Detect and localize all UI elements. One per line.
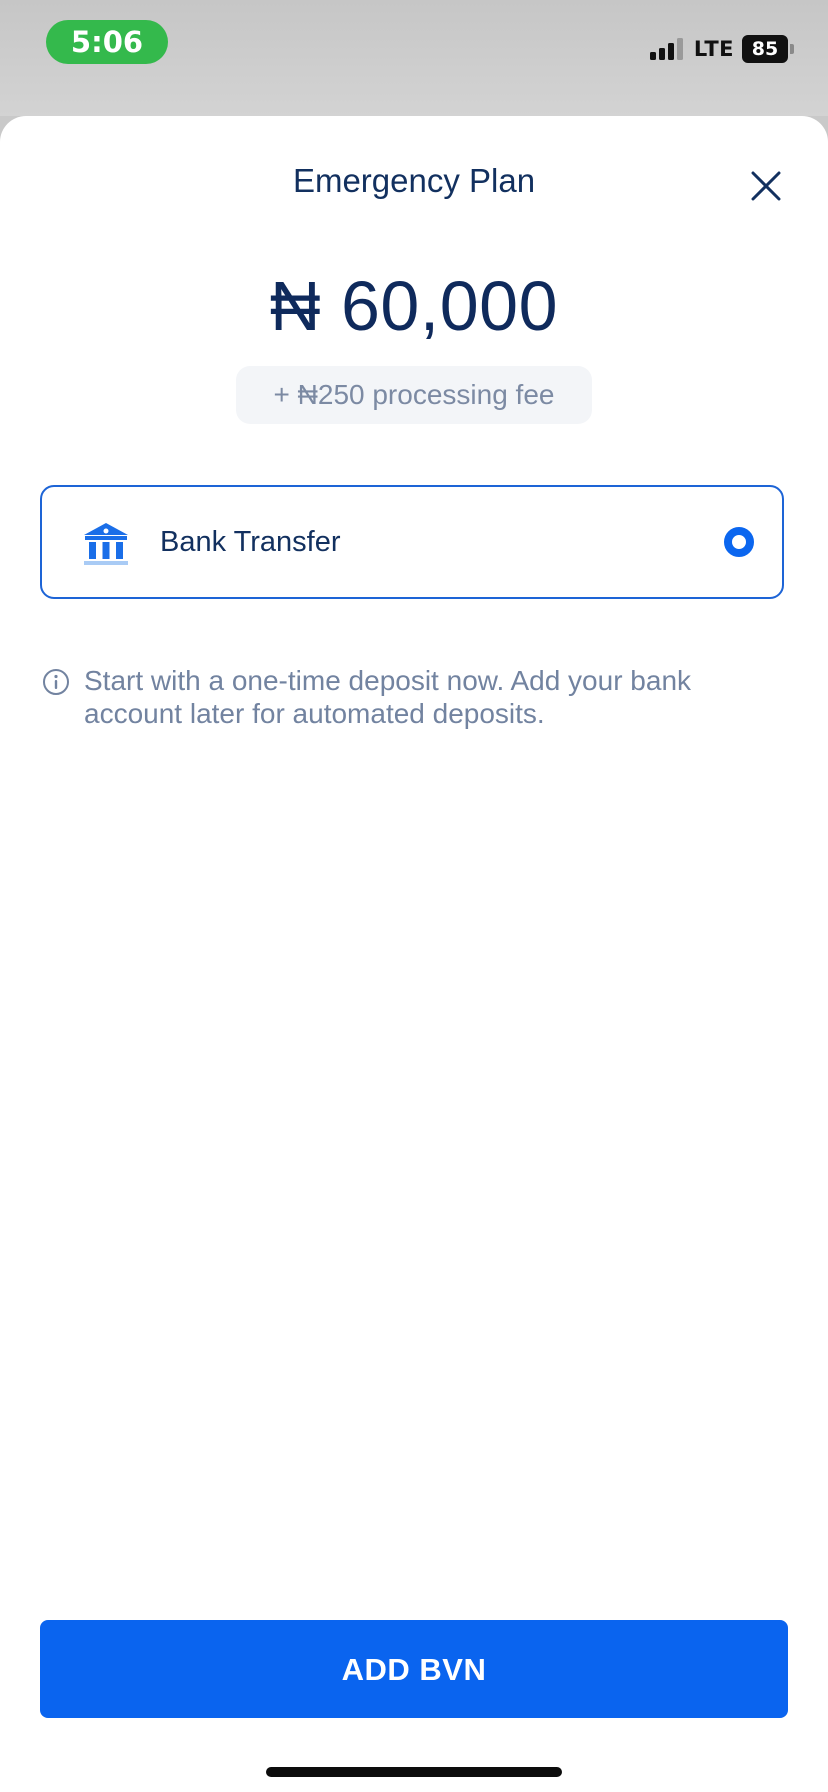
close-icon [751, 171, 781, 201]
info-note: Start with a one-time deposit now. Add y… [40, 664, 790, 730]
bottom-sheet: Emergency Plan ₦ 60,000 + ₦250 processin… [0, 116, 828, 1792]
status-bar: 5:06 LTE 85 [0, 0, 828, 116]
info-text: Start with a one-time deposit now. Add y… [84, 665, 692, 729]
status-indicators: LTE 85 [649, 34, 794, 64]
payment-method-label: Bank Transfer [160, 526, 341, 558]
status-time: 5:06 [46, 20, 168, 64]
signal-icon [649, 38, 686, 60]
payment-method-bank-transfer[interactable]: Bank Transfer [40, 485, 784, 599]
sheet-title: Emergency Plan [292, 162, 536, 199]
battery-icon: 85 [742, 35, 788, 63]
close-button[interactable] [746, 166, 786, 206]
deposit-amount: ₦ 60,000 [269, 267, 559, 345]
info-icon [43, 669, 69, 695]
processing-fee-badge: + ₦250 processing fee [236, 366, 592, 424]
payment-method-radio[interactable] [724, 527, 754, 557]
add-bvn-button[interactable]: ADD BVN [40, 1620, 788, 1718]
bank-icon [84, 523, 128, 565]
battery-tip [790, 44, 794, 54]
network-label: LTE [693, 37, 734, 61]
home-indicator [266, 1767, 562, 1777]
